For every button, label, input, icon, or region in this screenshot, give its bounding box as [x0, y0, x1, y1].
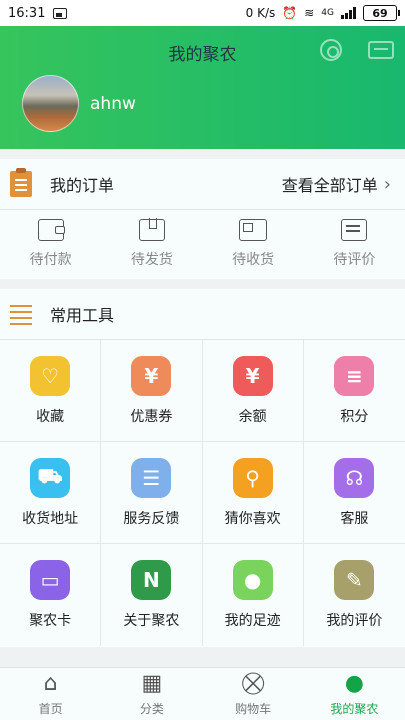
tool-item[interactable]: ¥ 余额: [202, 340, 304, 442]
username[interactable]: ahnw: [90, 94, 136, 114]
delivery-truck-icon: ⛟: [30, 457, 71, 498]
order-pending-payment[interactable]: 待付款: [0, 210, 101, 278]
image-notification-icon: [53, 7, 68, 19]
clipboard-icon: ☰: [131, 457, 172, 498]
heart-icon: ♡: [30, 355, 71, 396]
order-status-label: 待评价: [333, 252, 376, 268]
tools-title: 常用工具: [50, 306, 115, 325]
profile-header: 我的聚农 ahnw: [0, 26, 405, 149]
tool-label: 积分: [340, 408, 369, 425]
battery-icon: 69: [363, 5, 400, 21]
wifi-icon: ≋: [304, 6, 315, 20]
tool-label: 我的足迹: [224, 613, 281, 629]
tool-item[interactable]: ☊ 客服: [303, 442, 405, 544]
tools-section: 常用工具 ♡ 收藏 ¥ 优惠券 ¥ 余额 ≡ 积分 ⛟ 收货地址 ☰ 服务反馈 ⚲ 猜你喜欢 ☊ 客服 ▭ 聚农卡…: [0, 289, 405, 647]
order-pending-review[interactable]: 待评价: [304, 210, 405, 278]
coupon-icon: ¥: [131, 355, 172, 396]
tools-grid: ♡ 收藏 ¥ 优惠券 ¥ 余额 ≡ 积分 ⛟ 收货地址 ☰ 服务反馈 ⚲ 猜你喜欢 ☊ 客服 ▭ 聚农卡 N 关于聚农…: [0, 340, 405, 646]
tab-label: 购物车: [235, 701, 272, 716]
tab-label: 分类: [139, 701, 164, 716]
battery-level: 69: [372, 6, 388, 20]
tab-label: 首页: [38, 701, 63, 716]
tool-label: 收货地址: [22, 510, 79, 527]
tool-label: 服务反馈: [123, 510, 180, 527]
tool-label: 我的评价: [326, 613, 383, 629]
box-icon: [138, 218, 165, 241]
tool-item[interactable]: ¥ 优惠券: [101, 340, 203, 442]
orders-header[interactable]: 我的订单 查看全部订单 ›: [0, 159, 405, 210]
page-title: 我的聚农: [168, 45, 237, 65]
order-pending-receipt[interactable]: 待收货: [203, 210, 304, 278]
order-status-label: 待付款: [29, 252, 72, 268]
signal-icon: [341, 7, 356, 19]
footprint-icon: ●: [232, 560, 273, 600]
chevron-right-icon: ›: [383, 173, 391, 195]
coins-icon: ≡: [334, 355, 375, 396]
tool-item[interactable]: ♡ 收藏: [0, 340, 102, 442]
avatar[interactable]: [22, 75, 79, 132]
home-icon: ⌂: [43, 670, 58, 696]
message-icon[interactable]: [368, 41, 394, 59]
logo-icon: N: [131, 560, 172, 600]
tool-item[interactable]: ● 我的足迹: [203, 544, 304, 646]
tab-label: 我的聚农: [330, 701, 379, 716]
tool-label: 客服: [340, 510, 369, 527]
tools-header: 常用工具: [0, 289, 405, 340]
view-all-orders-link[interactable]: 查看全部订单 ›: [282, 172, 391, 196]
tool-item[interactable]: ▭ 聚农卡: [0, 544, 102, 646]
tool-item[interactable]: ✎ 我的评价: [304, 544, 405, 646]
tool-label: 关于聚农: [123, 613, 180, 629]
category-icon: ▦: [141, 670, 163, 696]
tool-label: 收藏: [36, 408, 65, 425]
status-time: 16:31: [8, 5, 46, 21]
tab-profile[interactable]: ● 我的聚农: [304, 668, 405, 720]
tool-item[interactable]: ☰ 服务反馈: [101, 442, 203, 544]
tool-item[interactable]: N 关于聚农: [101, 544, 203, 646]
card-icon: ▭: [30, 560, 71, 600]
orders-title: 我的订单: [50, 176, 115, 195]
network-type: 4G: [321, 8, 334, 18]
cart-icon: ⛒: [241, 670, 265, 696]
tab-cart[interactable]: ⛒ 购物车: [203, 668, 304, 720]
edit-icon: ✎: [334, 560, 375, 600]
tool-label: 聚农卡: [29, 613, 72, 629]
orders-section: 我的订单 查看全部订单 › 待付款 待发货 待收货 待评价: [0, 159, 405, 279]
tab-category[interactable]: ▦ 分类: [101, 668, 202, 720]
comment-icon: [341, 219, 368, 241]
order-status-label: 待收货: [232, 252, 275, 268]
order-clipboard-icon: [10, 168, 32, 197]
order-status-row: 待付款 待发货 待收货 待评价: [0, 210, 405, 278]
tool-label: 余额: [238, 408, 267, 425]
tool-item[interactable]: ⚲ 猜你喜欢: [202, 442, 304, 544]
profile-icon: ●: [344, 670, 364, 696]
tool-label: 优惠券: [130, 408, 173, 425]
headset-icon: ☊: [334, 457, 375, 498]
tool-label: 猜你喜欢: [224, 510, 281, 527]
order-pending-shipment[interactable]: 待发货: [101, 210, 202, 278]
tools-list-icon: [10, 303, 32, 325]
magnifier-icon: ⚲: [232, 457, 273, 498]
wallet-icon: [37, 219, 65, 241]
order-status-label: 待发货: [130, 252, 173, 268]
alarm-icon: ⏰: [282, 6, 298, 20]
bottom-tab-bar: ⌂ 首页 ▦ 分类 ⛒ 购物车 ● 我的聚农: [0, 667, 405, 720]
truck-icon: [239, 219, 268, 241]
settings-gear-icon[interactable]: [320, 39, 342, 61]
tool-item[interactable]: ⛟ 收货地址: [0, 442, 102, 544]
money-bag-icon: ¥: [232, 355, 273, 396]
tool-item[interactable]: ≡ 积分: [303, 340, 405, 442]
status-bar: 16:31 0 K/s ⏰ ≋ 4G 69: [0, 0, 405, 26]
view-all-label: 查看全部订单: [281, 176, 378, 195]
net-speed: 0 K/s: [245, 6, 276, 20]
tab-home[interactable]: ⌂ 首页: [0, 668, 101, 720]
